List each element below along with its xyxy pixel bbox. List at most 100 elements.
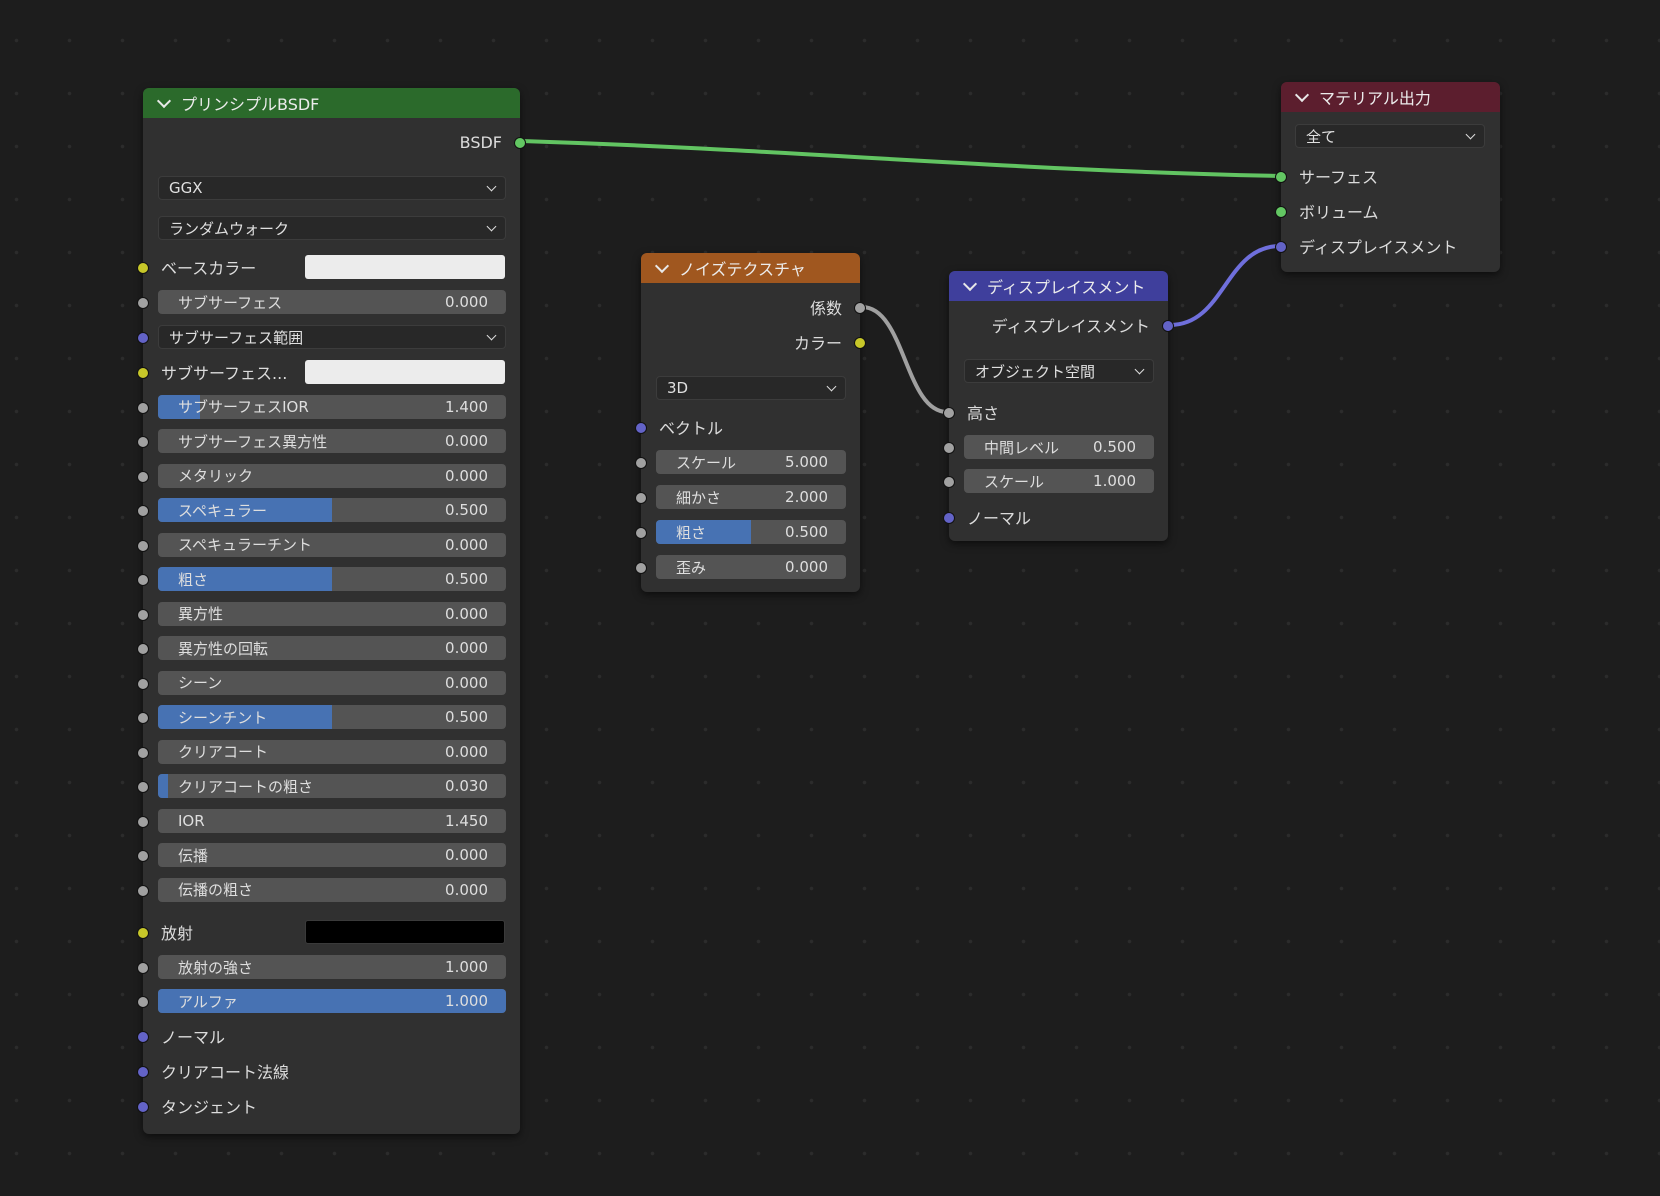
fac-output-socket[interactable] (854, 302, 866, 314)
param-socket[interactable] (635, 527, 647, 539)
bsdf-param-7-field[interactable]: 異方性 0.000 (158, 601, 506, 626)
noise-param-1-field[interactable]: 細かさ 2.000 (656, 485, 846, 509)
displacement-input-socket[interactable] (1275, 241, 1287, 253)
bsdf-param-6-field[interactable]: 粗さ 0.500 (158, 567, 506, 591)
param-socket[interactable] (137, 962, 149, 974)
height-socket[interactable] (943, 407, 955, 419)
bsdf-param-12-field[interactable]: クリアコートの粗さ 0.030 (158, 774, 506, 798)
bsdf-param-2-field[interactable]: サブサーフェス異方性 0.000 (158, 429, 506, 453)
subsurface-radius-socket[interactable] (137, 332, 149, 344)
noise-param-2-field[interactable]: 粗さ 0.500 (656, 520, 846, 544)
subsurface-method-dropdown[interactable]: ランダムウォーク (158, 216, 506, 240)
param-socket[interactable] (943, 442, 955, 454)
param-socket[interactable] (137, 746, 149, 759)
node-title: マテリアル出力 (1319, 89, 1431, 108)
bsdf-param-14-field[interactable]: 伝播 0.000 (158, 843, 506, 867)
material-output-node[interactable]: マテリアル出力 全て サーフェス ボリューム ディスプレイスメント (1275, 82, 1500, 272)
noise-texture-node[interactable]: ノイズテクスチャ 係数 カラー 3D ベクトル スケール 5.000 細かさ 2.00… (635, 253, 866, 592)
bsdf-param-11-field[interactable]: クリアコート 0.000 (158, 739, 506, 764)
param-socket[interactable] (137, 470, 149, 483)
field-label: 粗さ (676, 523, 707, 542)
clearcoat-normal-socket[interactable] (137, 1066, 149, 1078)
normal-socket[interactable] (943, 512, 955, 524)
param-socket[interactable] (137, 712, 149, 724)
param-socket[interactable] (137, 850, 149, 862)
field-label: 細かさ (676, 488, 722, 507)
bsdf-param-1-field[interactable]: サブサーフェスIOR 1.400 (158, 394, 506, 419)
displacement-node[interactable]: ディスプレイスメント ディスプレイスメント オブジェクト空間 高さ ノーマル 中… (943, 271, 1174, 541)
param-socket[interactable] (137, 815, 149, 828)
space-dropdown[interactable]: オブジェクト空間 (964, 359, 1154, 383)
tangent-socket[interactable] (137, 1101, 149, 1113)
emission-strength-field[interactable]: 放射の強さ 1.000 (158, 955, 506, 979)
param-socket[interactable] (137, 574, 149, 586)
target-dropdown[interactable]: 全て (1295, 124, 1485, 148)
collapse-chevron-icon[interactable] (962, 276, 978, 292)
disp-param-1-field[interactable]: スケール 1.000 (964, 469, 1154, 493)
param-socket[interactable] (137, 297, 149, 309)
principled-bsdf-node[interactable]: プリンシプルBSDF BSDF GGX ランダムウォーク ベースカラー サブサー… (137, 88, 526, 1134)
emission-color-swatch[interactable] (305, 920, 505, 944)
link-displacement-to-output[interactable] (1169, 244, 1281, 327)
param-socket[interactable] (635, 562, 647, 574)
disp-param-0-field[interactable]: 中間レベル 0.500 (964, 435, 1154, 459)
noise-texture-header[interactable]: ノイズテクスチャ (641, 253, 860, 283)
noise-param-2-row: 粗さ 0.500 (635, 518, 860, 546)
distribution-dropdown[interactable]: GGX (158, 176, 506, 200)
param-socket[interactable] (137, 539, 149, 552)
normal-socket[interactable] (137, 1031, 149, 1043)
field-label: アルファ (178, 992, 238, 1011)
emission-socket[interactable] (137, 927, 149, 939)
bsdf-param-8-row: 異方性の回転 0.000 (137, 634, 520, 662)
collapse-chevron-icon[interactable] (156, 93, 172, 109)
subsurface-field[interactable]: サブサーフェス 0.000 (158, 290, 506, 314)
param-socket[interactable] (943, 476, 955, 488)
bsdf-param-4-field[interactable]: スペキュラー 0.500 (158, 498, 506, 522)
param-socket[interactable] (635, 457, 647, 469)
vector-socket[interactable] (635, 422, 647, 434)
base-color-swatch[interactable] (305, 255, 505, 279)
dimensions-dropdown[interactable]: 3D (656, 376, 846, 400)
surface-socket[interactable] (1275, 171, 1287, 183)
base-color-socket[interactable] (137, 262, 149, 274)
noise-param-3-field[interactable]: 歪み 0.000 (656, 555, 846, 579)
bsdf-param-13-field[interactable]: IOR 1.450 (158, 808, 506, 833)
subsurface-radius-dropdown[interactable]: サブサーフェス範囲 (158, 325, 506, 349)
param-socket[interactable] (137, 505, 149, 517)
bsdf-output-row: BSDF (143, 128, 526, 156)
param-socket[interactable] (137, 401, 149, 414)
material-output-header[interactable]: マテリアル出力 (1281, 82, 1500, 112)
link-bsdf-to-surface[interactable] (521, 139, 1281, 178)
bsdf-param-3-field[interactable]: メタリック 0.000 (158, 463, 506, 488)
displacement-header[interactable]: ディスプレイスメント (949, 271, 1168, 301)
subsurface-color-socket[interactable] (137, 367, 149, 379)
principled-bsdf-header[interactable]: プリンシプルBSDF (143, 88, 520, 118)
alpha-field[interactable]: アルファ 1.000 (158, 989, 506, 1013)
bsdf-output-socket[interactable] (514, 137, 526, 149)
bsdf-param-8-field[interactable]: 異方性の回転 0.000 (158, 636, 506, 660)
param-socket[interactable] (137, 643, 149, 655)
param-socket[interactable] (137, 781, 149, 793)
bsdf-param-10-field[interactable]: シーンチント 0.500 (158, 705, 506, 729)
displacement-output-socket[interactable] (1162, 320, 1174, 332)
emission-row: 放射 (137, 918, 520, 946)
vector-label: ベクトル (659, 419, 724, 438)
bsdf-param-9-field[interactable]: シーン 0.000 (158, 670, 506, 695)
link-fac-to-height[interactable] (861, 305, 948, 414)
collapse-chevron-icon[interactable] (654, 258, 670, 274)
param-socket[interactable] (635, 492, 647, 504)
field-label: サブサーフェス (178, 293, 283, 312)
bsdf-param-5-field[interactable]: スペキュラーチント 0.000 (158, 532, 506, 557)
param-socket[interactable] (137, 608, 149, 621)
noise-param-0-field[interactable]: スケール 5.000 (656, 450, 846, 474)
collapse-chevron-icon[interactable] (1294, 87, 1310, 103)
volume-socket[interactable] (1275, 206, 1287, 218)
subsurface-color-swatch[interactable] (305, 360, 505, 384)
param-socket[interactable] (137, 996, 149, 1008)
param-socket[interactable] (137, 884, 149, 897)
field-label: スケール (984, 472, 1045, 491)
bsdf-param-15-field[interactable]: 伝播の粗さ 0.000 (158, 877, 506, 902)
color-output-socket[interactable] (854, 337, 866, 349)
param-socket[interactable] (137, 677, 149, 690)
param-socket[interactable] (137, 436, 149, 448)
